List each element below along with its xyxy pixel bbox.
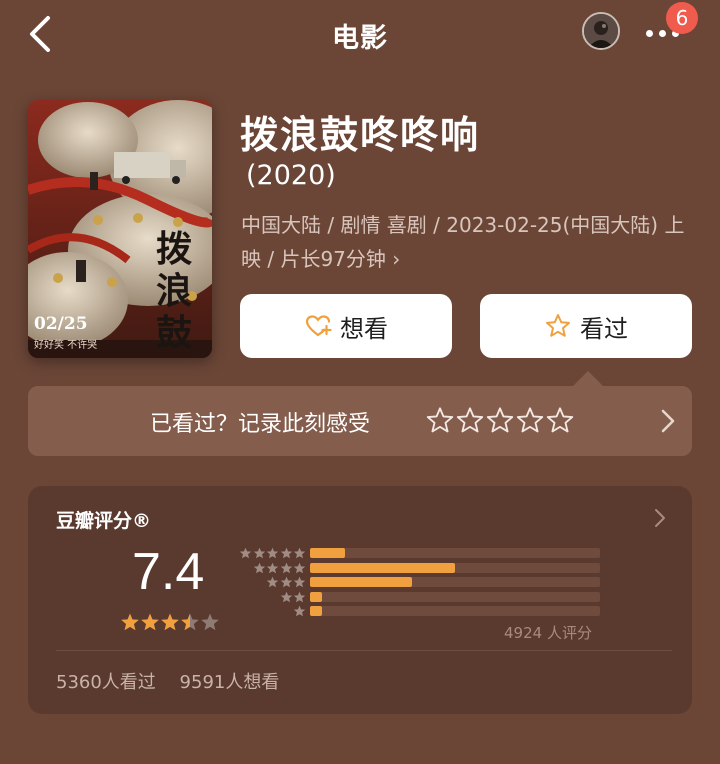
movie-meta[interactable]: 中国大陆 / 剧情 喜剧 / 2023-02-25(中国大陆) 上映 / 片长9… — [241, 208, 701, 276]
rate-stars[interactable] — [426, 406, 576, 434]
score-stars — [120, 612, 220, 632]
watch-counts: 5360人看过 9591人想看 — [56, 668, 297, 694]
star-outline-icon — [546, 314, 570, 337]
star-filled-icon — [141, 613, 159, 631]
star-filled-icon — [161, 613, 179, 631]
notification-badge: 6 — [666, 2, 698, 34]
watched-button[interactable]: 看过 — [480, 294, 692, 358]
distribution-bar — [310, 606, 322, 616]
distribution-track — [310, 548, 600, 558]
distribution-stars — [266, 576, 307, 588]
distribution-bar — [310, 591, 322, 602]
small-star-icon — [239, 547, 252, 559]
want-count[interactable]: 9591人想看 — [180, 672, 280, 693]
distribution-stars — [279, 591, 306, 603]
want-label: 想看 — [340, 314, 388, 343]
rate-bar-pointer — [572, 371, 604, 387]
movie-poster[interactable]: 拨浪鼓 02/25 好好笑 不许哭 — [28, 100, 212, 358]
small-star-icon — [293, 605, 306, 617]
star-empty-icon — [201, 613, 219, 631]
star-half-icon — [181, 613, 199, 631]
chevron-right-icon — [661, 409, 675, 433]
small-star-icon — [293, 576, 306, 588]
rate-star-icon[interactable] — [546, 406, 574, 434]
distribution-stars — [239, 547, 307, 559]
distribution-stars — [252, 562, 306, 574]
small-star-icon — [293, 591, 306, 602]
want-to-watch-button[interactable]: 想看 — [240, 294, 452, 358]
small-star-icon — [280, 576, 292, 588]
movie-title: 拨浪鼓咚咚响 — [240, 113, 481, 157]
small-star-icon — [266, 547, 279, 559]
rate-prompt-bar[interactable]: 已看过？记录此刻感受 — [28, 386, 692, 456]
small-star-icon — [253, 562, 265, 573]
rate-prompt-text: 已看过？记录此刻感受 — [150, 412, 371, 437]
rate-star-icon[interactable] — [516, 406, 544, 434]
top-bar: 电影 6 — [0, 0, 720, 70]
avatar[interactable] — [582, 12, 620, 50]
small-star-icon — [266, 562, 279, 573]
rating-chevron-right-icon[interactable] — [654, 508, 666, 528]
distribution-row-5 — [234, 546, 604, 560]
distribution-row-4 — [234, 561, 604, 575]
distribution-bar — [310, 577, 412, 587]
rate-star-icon[interactable] — [426, 406, 454, 434]
movie-year: (2020) — [246, 160, 336, 191]
rating-distribution — [234, 546, 604, 619]
movie-meta-text: 中国大陆 / 剧情 喜剧 / 2023-02-25(中国大陆) 上映 / 片长9… — [241, 213, 685, 271]
seen-count[interactable]: 5360人看过 — [56, 672, 156, 693]
distribution-stars — [293, 605, 307, 617]
small-star-icon — [266, 576, 279, 588]
poster-calligraphy: 拨浪鼓 — [155, 228, 192, 354]
rate-star-icon[interactable] — [456, 406, 484, 434]
distribution-row-1 — [234, 604, 604, 618]
distribution-track — [310, 577, 600, 587]
seen-label: 看过 — [580, 314, 628, 343]
distribution-track — [310, 606, 600, 616]
meta-more-chevron-icon[interactable]: › — [392, 247, 400, 271]
raters-count: 4924 人评分 — [504, 624, 592, 642]
distribution-row-3 — [234, 575, 604, 589]
poster-slogan: 好好笑 不许哭 — [34, 340, 98, 351]
distribution-bar — [310, 562, 455, 573]
poster-date: 02/25 — [34, 314, 88, 334]
star-filled-icon — [121, 613, 139, 631]
rate-star-icon[interactable] — [486, 406, 514, 434]
rating-card: 豆瓣评分® 7.4 4924 人评分 5360人看过 9591人想看 — [28, 486, 692, 714]
rating-score: 7.4 — [132, 543, 205, 601]
small-star-icon — [280, 562, 292, 573]
small-star-icon — [293, 547, 306, 559]
rating-label: 豆瓣评分® — [56, 510, 152, 532]
heart-plus-icon — [305, 315, 332, 337]
distribution-bar — [310, 548, 345, 558]
small-star-icon — [280, 547, 292, 559]
distribution-track — [310, 562, 600, 573]
small-star-icon — [293, 562, 306, 573]
small-star-icon — [253, 547, 265, 559]
small-star-icon — [280, 591, 292, 602]
avatar-image — [584, 14, 618, 48]
distribution-row-2 — [234, 590, 604, 604]
divider — [56, 650, 672, 651]
distribution-track — [310, 591, 600, 602]
